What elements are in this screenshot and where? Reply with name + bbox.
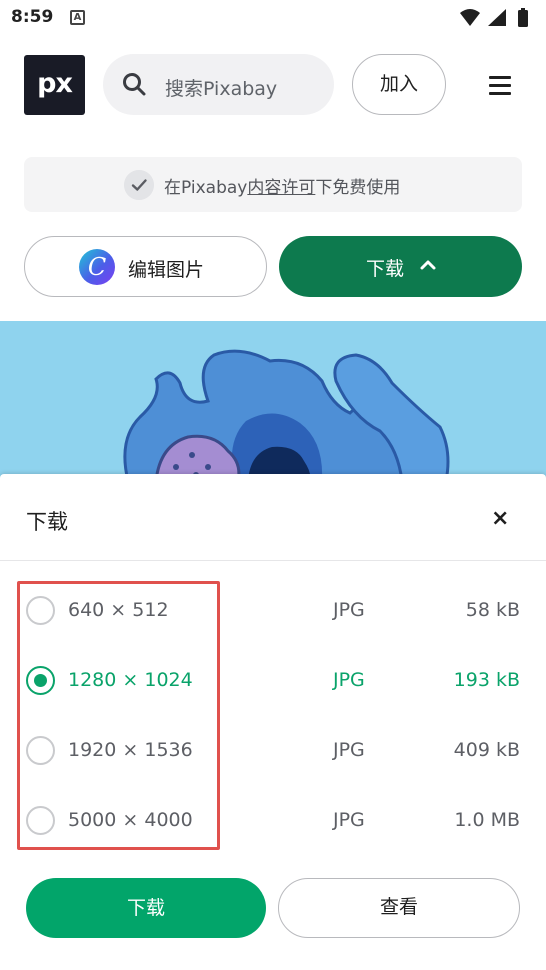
canva-icon: C — [79, 249, 115, 285]
download-sheet-title: 下载 — [26, 510, 68, 534]
check-icon — [124, 170, 154, 200]
option-filesize: 1.0 MB — [454, 809, 520, 831]
signal-icon — [488, 9, 506, 26]
image-preview[interactable] — [0, 321, 546, 481]
battery-icon — [518, 10, 528, 27]
sheet-divider — [0, 560, 546, 561]
pixabay-logo[interactable]: px — [24, 55, 85, 115]
content-license-link[interactable]: 内容许可 — [247, 178, 315, 198]
license-text: 在Pixabay内容许可下免费使用 — [164, 178, 401, 198]
status-time: 8:59 — [11, 7, 54, 27]
edit-image-label: 编辑图片 — [128, 259, 205, 281]
view-button[interactable]: 查看 — [278, 878, 520, 938]
option-format: JPG — [333, 599, 365, 621]
option-format: JPG — [333, 739, 365, 761]
wifi-icon — [460, 9, 480, 26]
option-format: JPG — [333, 809, 365, 831]
license-banner: 在Pixabay内容许可下免费使用 — [24, 157, 522, 212]
option-filesize: 409 kB — [453, 739, 520, 761]
option-filesize: 193 kB — [453, 669, 520, 691]
search-icon — [123, 73, 146, 96]
site-header: px 搜索Pixabay 加入 — [0, 36, 546, 136]
chevron-up-icon — [420, 260, 436, 270]
download-toggle-label: 下载 — [366, 258, 405, 280]
status-bar: 8:59 A — [0, 0, 546, 36]
highlight-box — [17, 581, 220, 850]
download-button[interactable]: 下载 — [26, 878, 266, 938]
hamburger-menu-icon[interactable] — [489, 76, 511, 95]
option-filesize: 58 kB — [465, 599, 520, 621]
search-placeholder: 搜索Pixabay — [165, 78, 278, 100]
system-status-icons — [460, 8, 528, 27]
edit-image-button[interactable]: C 编辑图片 — [24, 236, 267, 297]
join-button[interactable]: 加入 — [352, 54, 446, 115]
download-toggle-button[interactable]: 下载 — [279, 236, 522, 297]
close-icon[interactable]: × — [491, 508, 509, 530]
notification-a-icon: A — [70, 10, 85, 25]
search-bar[interactable]: 搜索Pixabay — [103, 54, 334, 115]
option-format: JPG — [333, 669, 365, 691]
preview-illustration — [0, 321, 546, 481]
